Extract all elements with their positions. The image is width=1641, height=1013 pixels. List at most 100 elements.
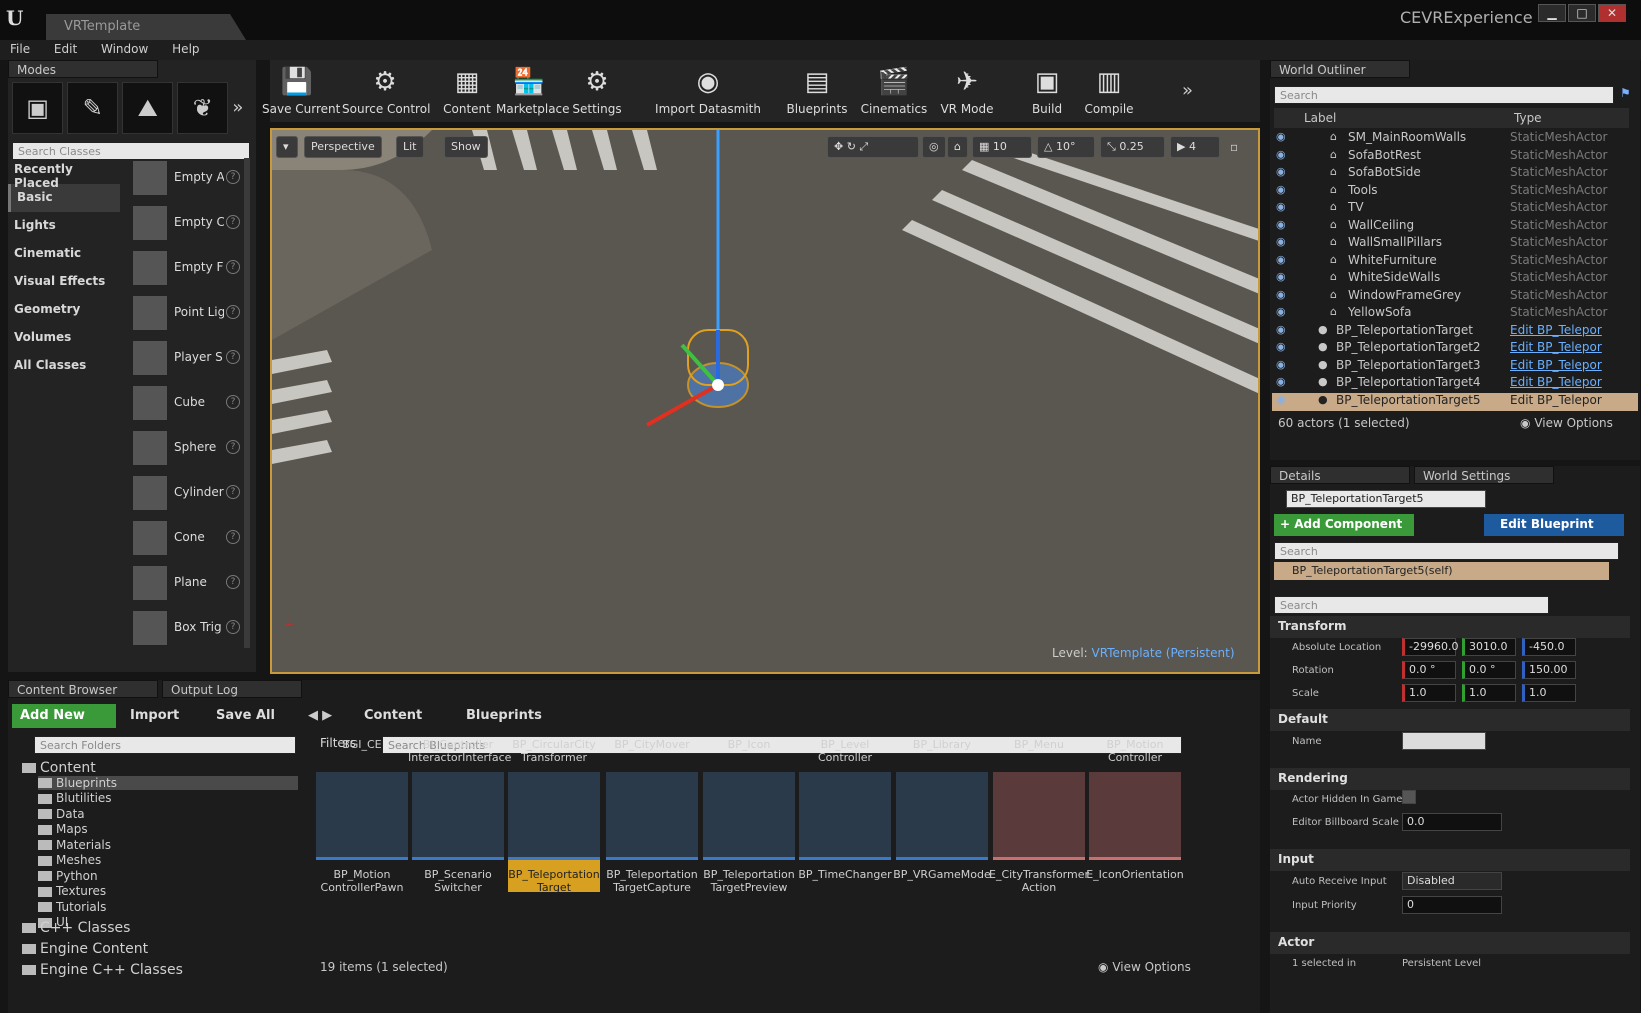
section-actor[interactable]: Actor xyxy=(1270,932,1630,954)
visibility-eye-icon[interactable]: ◉ xyxy=(1276,375,1286,388)
maximize-viewport-icon[interactable]: ▫ xyxy=(1230,140,1238,154)
visibility-eye-icon[interactable]: ◉ xyxy=(1276,393,1286,406)
actor-name-field[interactable]: BP_TeleportationTarget5 xyxy=(1286,490,1486,508)
folder-item[interactable]: Python xyxy=(38,869,98,883)
place-item[interactable]: Cube? xyxy=(132,383,242,423)
surface-snap-icon[interactable]: ⌂ xyxy=(947,136,968,158)
help-icon[interactable]: ? xyxy=(226,170,240,184)
category-recently-placed[interactable]: Recently Placed xyxy=(8,156,120,190)
billboard-scale-field[interactable]: 0.0 xyxy=(1402,813,1502,831)
folder-item[interactable]: Materials xyxy=(38,838,111,852)
visibility-eye-icon[interactable]: ◉ xyxy=(1276,288,1286,301)
visibility-eye-icon[interactable]: ◉ xyxy=(1276,165,1286,178)
asset-tile[interactable]: BP_Scenario Switcher xyxy=(412,772,504,894)
tab-content-browser[interactable]: Content Browser xyxy=(8,680,158,698)
outliner-row[interactable]: ◉ ● BP_TeleportationTarget2 Edit BP_Telepor xyxy=(1272,340,1638,358)
outliner-row[interactable]: ◉ ⌂ YellowSofa StaticMeshActor xyxy=(1272,305,1638,323)
place-item[interactable]: Box Trig? xyxy=(132,608,242,648)
loc-x[interactable]: -29960.0 xyxy=(1402,638,1458,656)
folder-item[interactable]: Blutilities xyxy=(38,791,112,805)
menu-file[interactable]: File xyxy=(0,40,40,58)
folder-item[interactable]: Textures xyxy=(38,884,106,898)
section-transform[interactable]: Transform xyxy=(1270,616,1630,638)
show-button[interactable]: Show xyxy=(444,136,488,158)
visibility-eye-icon[interactable]: ◉ xyxy=(1276,235,1286,248)
section-input[interactable]: Input xyxy=(1270,849,1630,871)
visibility-eye-icon[interactable]: ◉ xyxy=(1276,305,1286,318)
path-content[interactable]: Content xyxy=(364,708,422,723)
tab-world-outliner[interactable]: World Outliner xyxy=(1270,60,1410,78)
details-search-input[interactable]: Search xyxy=(1274,596,1549,614)
scale-snap[interactable]: ⤡ 0.25 xyxy=(1100,136,1165,158)
loc-y[interactable]: 3010.0 xyxy=(1462,638,1516,656)
help-icon[interactable]: ? xyxy=(226,350,240,364)
asset-tile[interactable]: BP_Teleportation Target xyxy=(508,772,600,894)
folder-item[interactable]: Tutorials xyxy=(38,900,106,914)
help-icon[interactable]: ? xyxy=(226,260,240,274)
folder-item[interactable]: C++ Classes xyxy=(22,920,130,936)
tab-details[interactable]: Details xyxy=(1270,466,1410,484)
outliner-row[interactable]: ◉ ⌂ SofaBotSide StaticMeshActor xyxy=(1272,165,1638,183)
asset-header-label[interactable]: BP_Motion Controller xyxy=(1085,738,1185,764)
outliner-row[interactable]: ◉ ⌂ WhiteFurniture StaticMeshActor xyxy=(1272,253,1638,271)
toolbar-button[interactable]: ✈ VR Mode xyxy=(940,60,994,122)
outliner-row-type[interactable]: Edit BP_Telepor xyxy=(1510,393,1602,407)
outliner-row-type[interactable]: Edit BP_Telepor xyxy=(1510,358,1602,372)
tab-world-settings[interactable]: World Settings xyxy=(1414,466,1554,484)
rot-x[interactable]: 0.0 ° xyxy=(1402,661,1456,679)
outliner-row[interactable]: ◉ ● BP_TeleportationTarget5 Edit BP_Telepor xyxy=(1272,392,1638,411)
edit-blueprint-button[interactable]: Edit Blueprint xyxy=(1484,514,1624,536)
visibility-eye-icon[interactable]: ◉ xyxy=(1276,183,1286,196)
help-icon[interactable]: ? xyxy=(226,575,240,589)
rotation-label[interactable]: Rotation xyxy=(1292,665,1334,676)
level-viewport[interactable]: ▾ Perspective Lit Show ✥ ↻ ⤢ ◎ ⌂ ▦ 10 △ … xyxy=(270,128,1260,674)
paint-mode-icon[interactable]: ✎ xyxy=(67,82,119,134)
outliner-row[interactable]: ◉ ⌂ WallSmallPillars StaticMeshActor xyxy=(1272,235,1638,253)
folder-item[interactable]: Meshes xyxy=(38,853,101,867)
modes-scrollbar[interactable] xyxy=(244,158,250,648)
search-folders-input[interactable]: Search Folders xyxy=(34,736,296,754)
toolbar-button[interactable]: ▥ Compile xyxy=(1078,60,1140,122)
add-component-button[interactable]: + Add Component xyxy=(1274,514,1414,536)
place-item[interactable]: Empty F? xyxy=(132,248,242,288)
visibility-eye-icon[interactable]: ◉ xyxy=(1276,340,1286,353)
category-geometry[interactable]: Geometry xyxy=(8,296,120,324)
outliner-search-input[interactable]: Search xyxy=(1274,86,1614,104)
place-item[interactable]: Cylinder? xyxy=(132,473,242,513)
outliner-row[interactable]: ◉ ● BP_TeleportationTarget3 Edit BP_Telepor xyxy=(1272,358,1638,376)
category-cinematic[interactable]: Cinematic xyxy=(8,240,120,268)
col-type[interactable]: Type xyxy=(1514,111,1542,125)
outliner-row[interactable]: ◉ ⌂ SofaBotRest StaticMeshActor xyxy=(1272,148,1638,166)
help-icon[interactable]: ? xyxy=(226,440,240,454)
asset-header-label[interactable]: BP_Library xyxy=(892,738,992,751)
visibility-eye-icon[interactable]: ◉ xyxy=(1276,218,1286,231)
landscape-mode-icon[interactable]: ⛰ xyxy=(122,82,174,134)
world-local-icon[interactable]: ◎ xyxy=(922,136,946,158)
rot-z[interactable]: 150.00 xyxy=(1522,661,1576,679)
component-self-row[interactable]: BP_TeleportationTarget5(self) xyxy=(1274,562,1609,580)
import-button[interactable]: Import xyxy=(130,708,179,723)
toolbar-button[interactable]: ▤ Blueprints xyxy=(784,60,850,122)
outliner-row[interactable]: ◉ ⌂ SM_MainRoomWalls StaticMeshActor xyxy=(1272,130,1638,148)
actor-hidden-checkbox[interactable] xyxy=(1402,790,1416,804)
asset-header-label[interactable]: BP_CircularCity Transformer xyxy=(504,738,604,764)
input-priority-field[interactable]: 0 xyxy=(1402,896,1502,914)
visibility-eye-icon[interactable]: ◉ xyxy=(1276,130,1286,143)
more-modes-icon[interactable]: » xyxy=(232,82,252,134)
category-all-classes[interactable]: All Classes xyxy=(8,352,120,380)
help-icon[interactable]: ? xyxy=(226,215,240,229)
asset-tile[interactable]: BP_TimeChanger xyxy=(798,772,892,892)
folder-item[interactable]: Content xyxy=(22,760,96,776)
menu-help[interactable]: Help xyxy=(162,40,209,58)
grid-snap[interactable]: ▦ 10 xyxy=(972,136,1032,158)
asset-header-label[interactable]: BGI_CE xyxy=(312,738,412,751)
toolbar-button[interactable]: 🎬 Cinematics xyxy=(860,60,928,122)
asset-tile[interactable]: BP_VRGameMode xyxy=(893,772,991,892)
help-icon[interactable]: ? xyxy=(226,305,240,319)
outliner-row-type[interactable]: Edit BP_Telepor xyxy=(1510,375,1602,389)
toolbar-button[interactable]: ▣ Build xyxy=(1024,60,1070,122)
nav-back-icon[interactable]: ◀ ▶ xyxy=(308,708,332,723)
folder-item[interactable]: Engine C++ Classes xyxy=(22,962,183,978)
toolbar-button[interactable]: ⚙ Source Control xyxy=(342,60,430,122)
close-icon[interactable]: ✕ xyxy=(1598,4,1626,22)
